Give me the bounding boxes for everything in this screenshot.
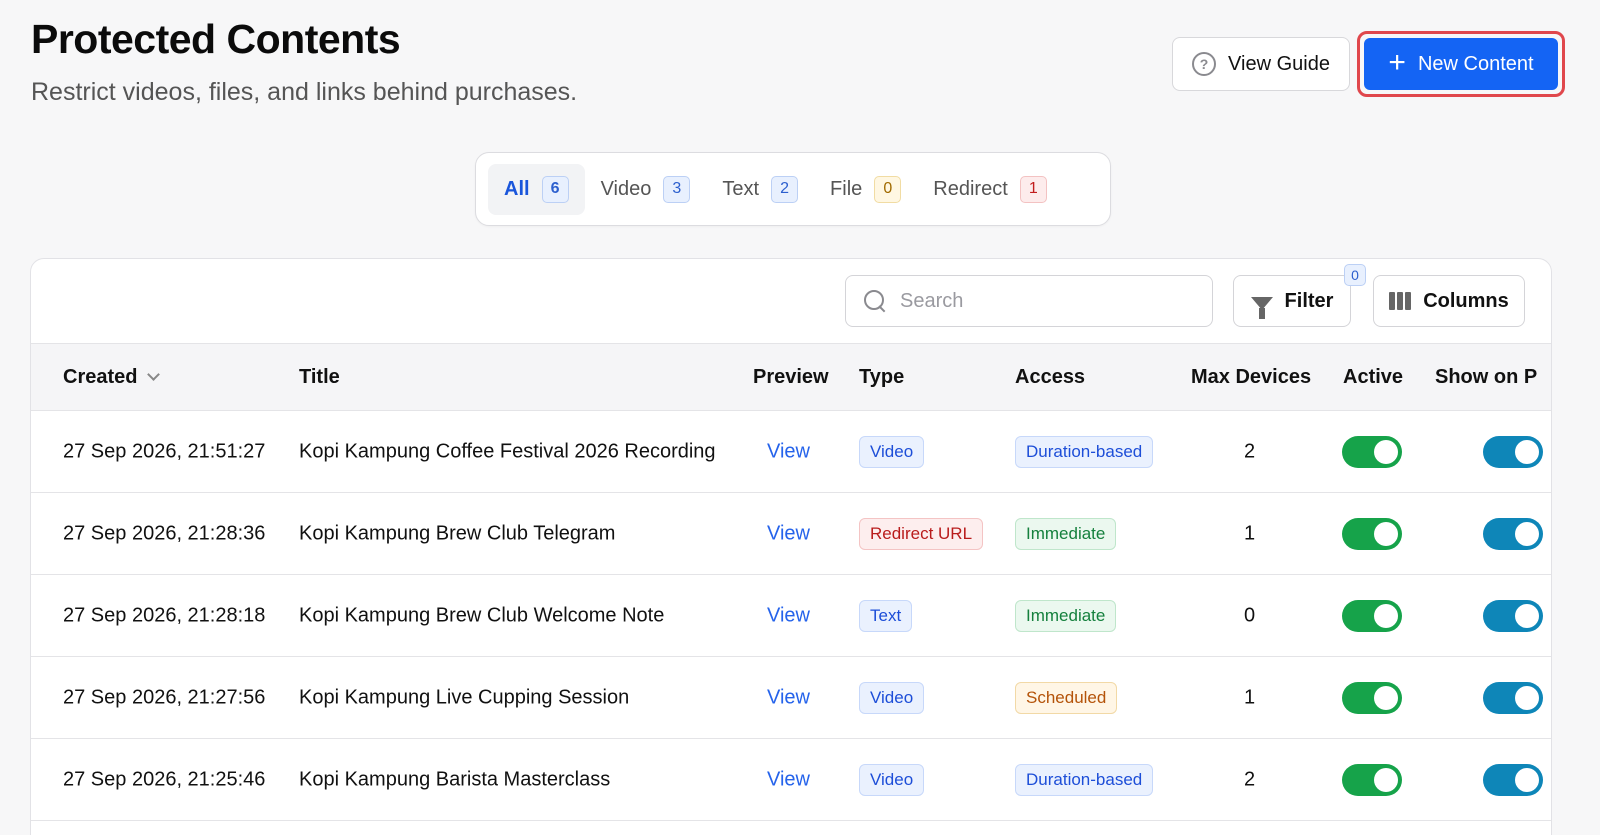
view-guide-label: View Guide <box>1228 52 1330 75</box>
funnel-icon <box>1250 296 1273 319</box>
tab-file[interactable]: File 0 <box>814 164 917 215</box>
tab-text[interactable]: Text 2 <box>706 164 814 215</box>
table-row[interactable]: 27 Sep 2026, 21:28:18 Kopi Kampung Brew … <box>31 575 1551 657</box>
view-link[interactable]: View <box>767 768 810 791</box>
column-header-active: Active <box>1343 366 1404 388</box>
view-guide-button[interactable]: ? View Guide <box>1172 37 1350 91</box>
type-badge: Video <box>859 763 925 796</box>
search-icon <box>864 290 886 312</box>
new-content-button[interactable]: + New Content <box>1364 38 1558 90</box>
active-toggle[interactable] <box>1342 517 1402 550</box>
type-badge: Text <box>859 599 913 632</box>
access-badge: Duration-based <box>1015 435 1154 468</box>
max-devices-cell: 2 <box>1244 440 1256 462</box>
search-box <box>845 275 1213 327</box>
view-link[interactable]: View <box>767 604 810 627</box>
column-header-access: Access <box>1015 366 1086 388</box>
tab-label: All <box>504 177 530 200</box>
table-row[interactable]: 27 Sep 2026, 21:51:27 Kopi Kampung Coffe… <box>31 411 1551 493</box>
max-devices-cell: 2 <box>1244 768 1256 790</box>
tab-label: Video <box>600 177 652 200</box>
column-header-show-on: Show on P <box>1435 366 1538 388</box>
tab-video[interactable]: Video 3 <box>585 164 707 215</box>
plus-icon: + <box>1388 45 1406 79</box>
active-toggle[interactable] <box>1342 681 1402 714</box>
tab-redirect[interactable]: Redirect 1 <box>917 164 1062 215</box>
new-content-highlight: + New Content <box>1357 31 1565 97</box>
tab-count-badge: 1 <box>1019 175 1047 203</box>
created-cell: 27 Sep 2026, 21:51:27 <box>63 440 266 462</box>
created-cell: 27 Sep 2026, 21:25:46 <box>63 768 266 790</box>
tab-count-badge: 0 <box>874 175 902 203</box>
column-header-title: Title <box>299 366 340 388</box>
columns-label: Columns <box>1423 289 1509 312</box>
max-devices-cell: 1 <box>1244 686 1256 708</box>
column-header-label: Created <box>63 366 138 388</box>
page-title: Protected Contents <box>31 16 401 62</box>
type-badge: Video <box>859 681 925 714</box>
filter-button[interactable]: Filter <box>1233 275 1351 327</box>
search-input[interactable] <box>900 289 1160 313</box>
title-cell: Kopi Kampung Brew Club Telegram <box>299 522 616 544</box>
active-toggle[interactable] <box>1342 763 1402 796</box>
created-cell: 27 Sep 2026, 21:27:56 <box>63 686 266 708</box>
tab-label: Text <box>722 177 760 200</box>
view-link[interactable]: View <box>767 440 810 463</box>
created-cell: 27 Sep 2026, 21:28:36 <box>63 522 266 544</box>
table-header: Created Title Preview Type Access Max De… <box>31 343 1551 411</box>
column-header-created[interactable]: Created <box>63 366 161 389</box>
title-cell: Kopi Kampung Coffee Festival 2026 Record… <box>299 440 716 462</box>
table-row[interactable]: 27 Sep 2026, 21:27:56 Kopi Kampung Live … <box>31 657 1551 739</box>
title-cell: Kopi Kampung Brew Club Welcome Note <box>299 604 665 626</box>
show-on-toggle[interactable] <box>1483 681 1543 714</box>
show-on-toggle[interactable] <box>1483 763 1543 796</box>
created-cell: 27 Sep 2026, 21:28:18 <box>63 604 266 626</box>
content-table-card: Filter 0 Columns Created Title Preview T… <box>30 258 1552 835</box>
view-link[interactable]: View <box>767 522 810 545</box>
active-toggle[interactable] <box>1342 599 1402 632</box>
help-circle-icon: ? <box>1192 52 1217 76</box>
tab-label: Redirect <box>933 177 1008 200</box>
filter-label: Filter <box>1284 289 1334 312</box>
columns-icon <box>1389 292 1412 310</box>
view-link[interactable]: View <box>767 686 810 709</box>
tab-label: File <box>830 177 863 200</box>
column-header-type: Type <box>859 366 905 388</box>
access-badge: Scheduled <box>1015 681 1118 714</box>
access-badge: Duration-based <box>1015 763 1154 796</box>
columns-button[interactable]: Columns <box>1373 275 1525 327</box>
tab-count-badge: 2 <box>771 175 799 203</box>
show-on-toggle[interactable] <box>1483 599 1543 632</box>
type-badge: Video <box>859 435 925 468</box>
show-on-toggle[interactable] <box>1483 517 1543 550</box>
title-cell: Kopi Kampung Barista Masterclass <box>299 768 611 790</box>
tab-all[interactable]: All 6 <box>488 163 585 215</box>
table-row[interactable]: 27 Sep 2026, 21:28:36 Kopi Kampung Brew … <box>31 493 1551 575</box>
column-header-preview: Preview <box>753 366 829 388</box>
new-content-label: New Content <box>1417 52 1534 75</box>
page: Protected Contents Restrict videos, file… <box>0 0 1600 835</box>
title-cell: Kopi Kampung Live Cupping Session <box>299 686 630 708</box>
tab-count-badge: 6 <box>541 175 569 203</box>
filter-count-badge: 0 <box>1344 264 1366 286</box>
content-type-tabs: All 6 Video 3 Text 2 File 0 Redirect 1 <box>475 152 1111 226</box>
access-badge: Immediate <box>1015 517 1117 550</box>
table-row[interactable]: 27 Sep 2026, 21:25:46 Kopi Kampung Baris… <box>31 739 1551 821</box>
type-badge: Redirect URL <box>859 517 984 550</box>
chevron-down-icon <box>147 368 161 381</box>
show-on-toggle[interactable] <box>1483 435 1543 468</box>
column-header-max-devices: Max Devices <box>1191 366 1312 388</box>
max-devices-cell: 0 <box>1244 604 1256 626</box>
access-badge: Immediate <box>1015 599 1117 632</box>
max-devices-cell: 1 <box>1244 522 1256 544</box>
tab-count-badge: 3 <box>663 175 691 203</box>
active-toggle[interactable] <box>1342 435 1402 468</box>
page-subtitle: Restrict videos, files, and links behind… <box>31 78 578 106</box>
